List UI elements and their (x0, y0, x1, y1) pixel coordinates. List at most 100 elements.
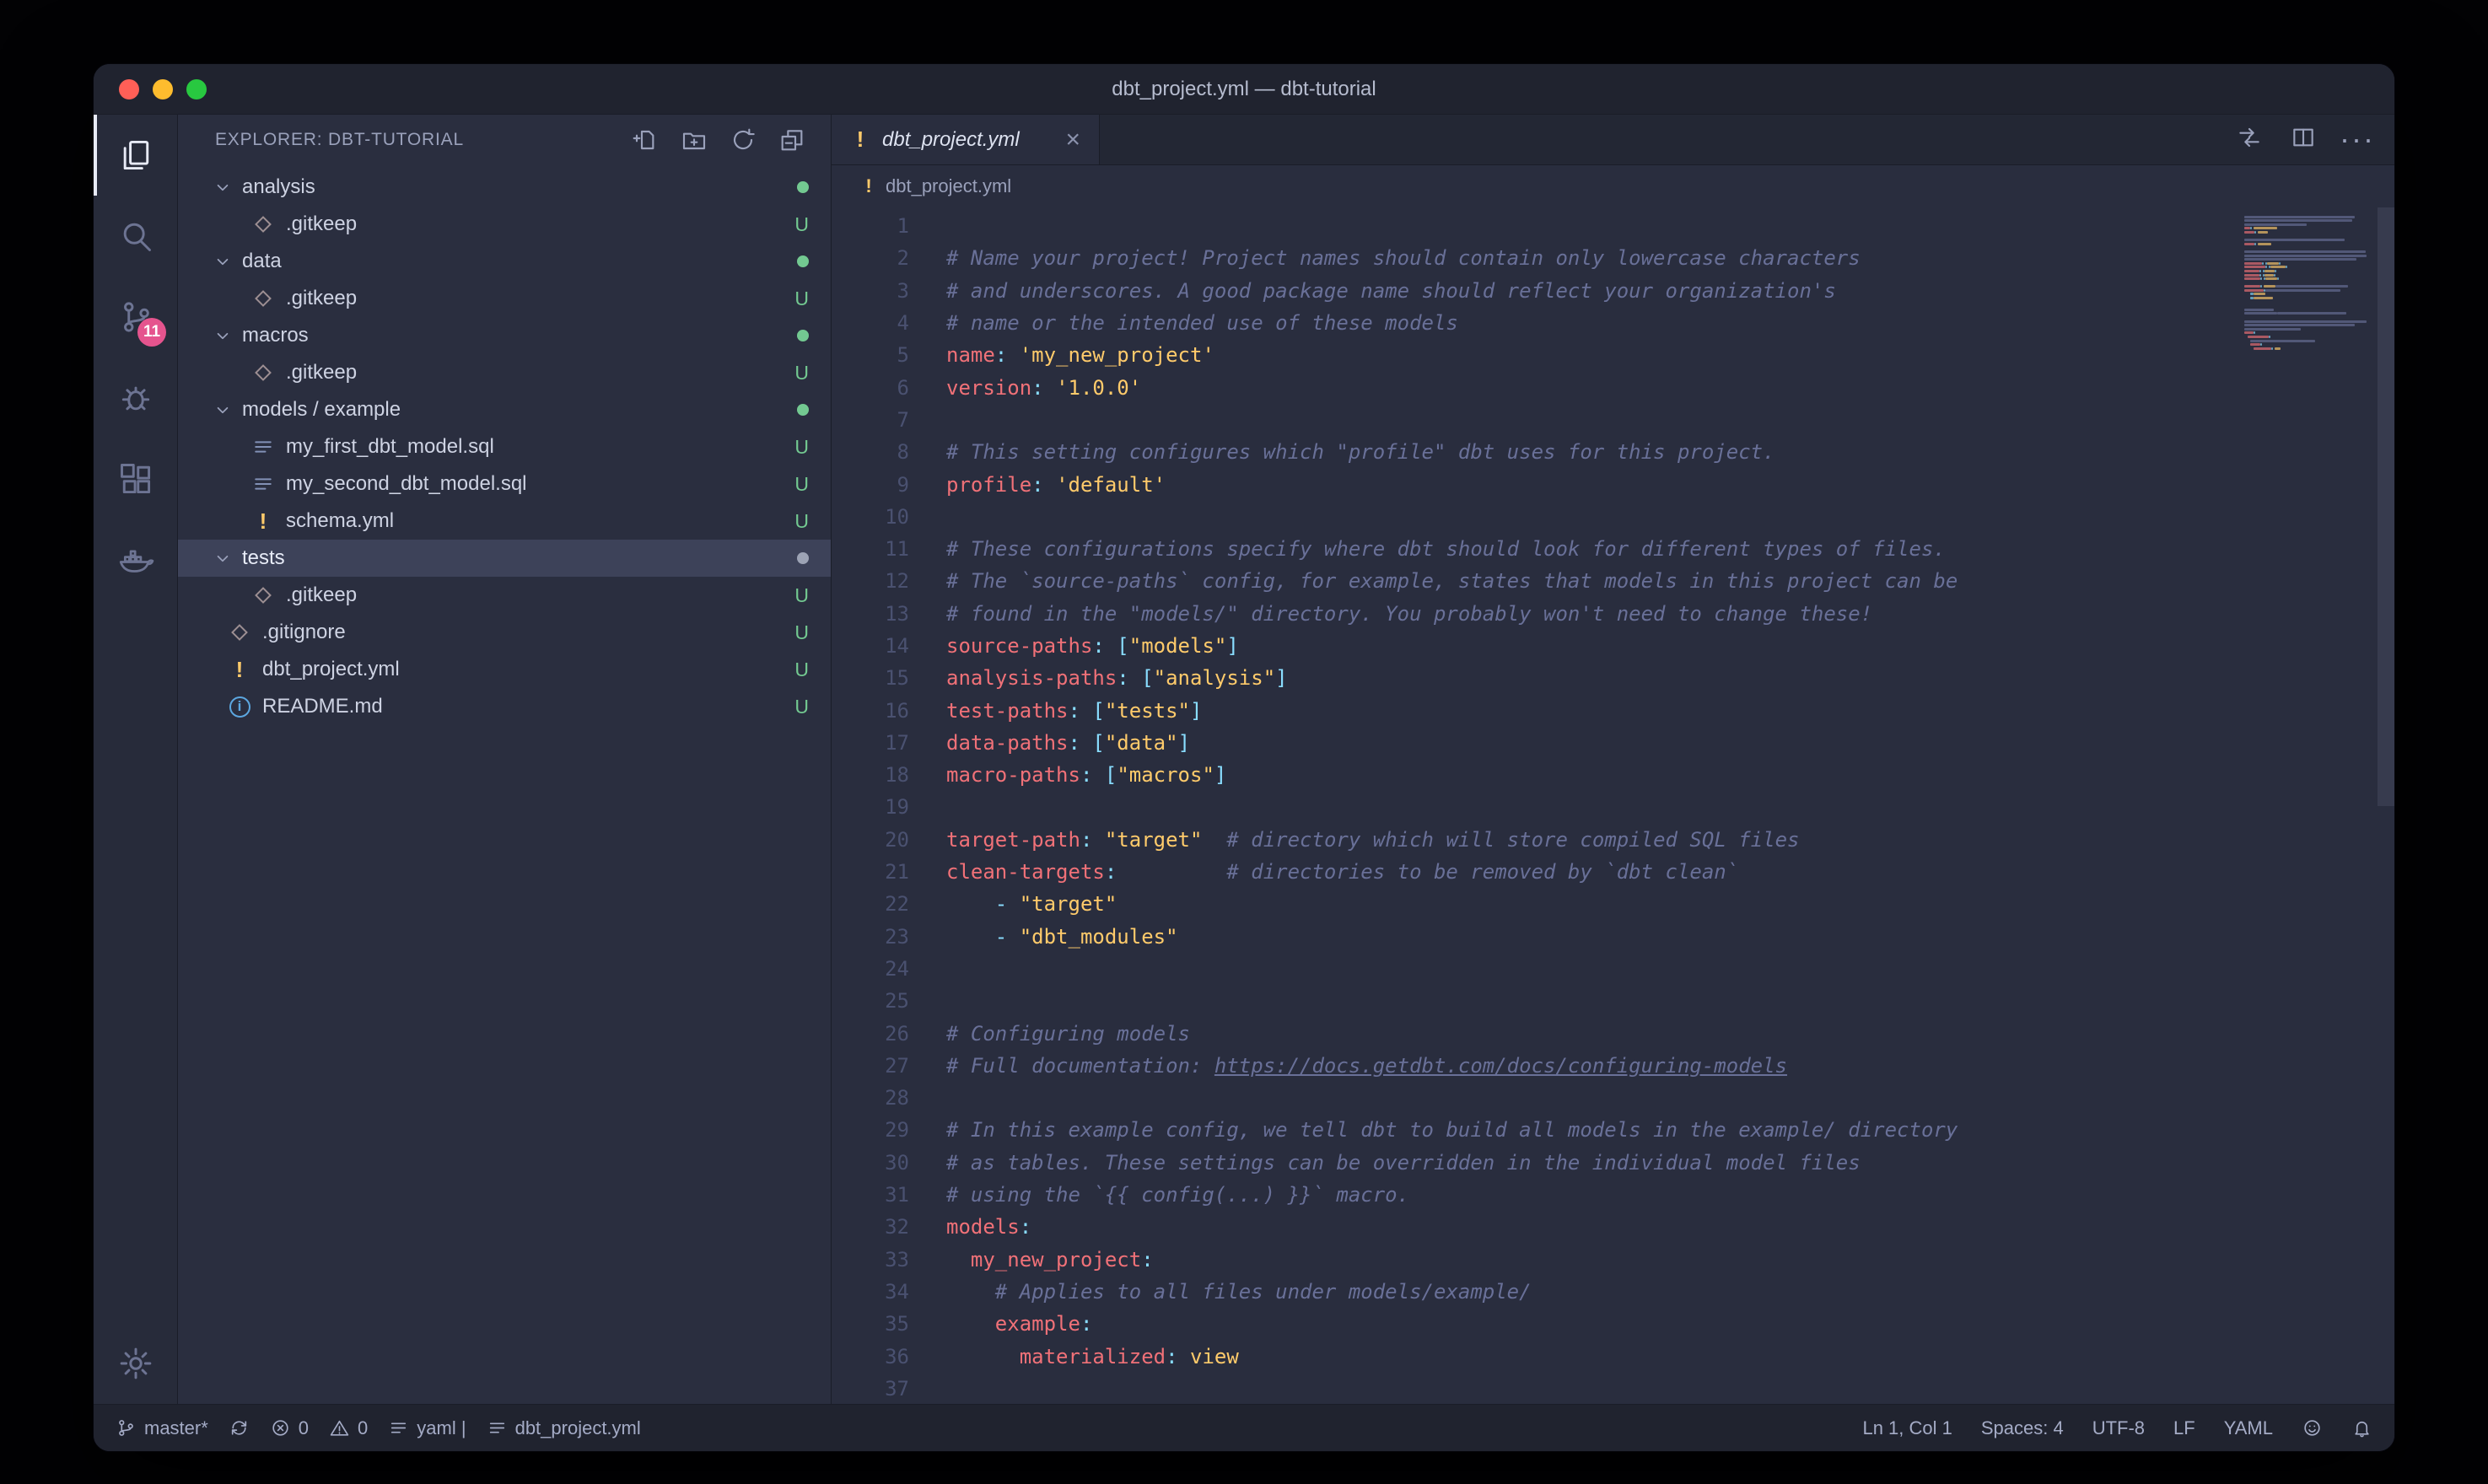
status-cursor-position[interactable]: Ln 1, Col 1 (1862, 1417, 1952, 1439)
code-line-3[interactable]: 3# and underscores. A good package name … (832, 275, 2394, 307)
code-line-21[interactable]: 21clean-targets: # directories to be rem… (832, 856, 2394, 888)
code-line-34[interactable]: 34 # Applies to all files under models/e… (832, 1276, 2394, 1308)
code-line-27[interactable]: 27# Full documentation: https://docs.get… (832, 1050, 2394, 1082)
code-line-1[interactable]: 1 (832, 210, 2394, 242)
activity-extensions-button[interactable] (94, 438, 177, 519)
code-line-24[interactable]: 24 (832, 953, 2394, 985)
status-sync[interactable] (229, 1417, 250, 1438)
status-branch[interactable]: master* (116, 1417, 208, 1439)
sync-icon (229, 1417, 250, 1438)
tree-item-my_first_dbt_model.sql[interactable]: my_first_dbt_model.sqlU (178, 428, 831, 465)
code-line-23[interactable]: 23 - "dbt_modules" (832, 921, 2394, 953)
activity-docker-button[interactable] (94, 519, 177, 600)
tree-item-readme.md[interactable]: iREADME.mdU (178, 688, 831, 725)
tree-item-my_second_dbt_model.sql[interactable]: my_second_dbt_model.sqlU (178, 465, 831, 503)
code-line-7[interactable]: 7 (832, 404, 2394, 436)
activity-explorer-button[interactable] (94, 115, 177, 196)
tab-dbt-project-yml[interactable]: ! dbt_project.yml × (832, 115, 1100, 164)
tree-item-.gitkeep[interactable]: .gitkeepU (178, 206, 831, 243)
code-line-5[interactable]: 5name: 'my_new_project' (832, 339, 2394, 371)
close-tab-icon[interactable]: × (1065, 127, 1080, 153)
breadcrumb[interactable]: ! dbt_project.yml (832, 165, 2394, 207)
tree-item-macros[interactable]: macros (178, 317, 831, 354)
tree-item-data[interactable]: data (178, 243, 831, 280)
tree-item-.gitkeep[interactable]: .gitkeepU (178, 280, 831, 317)
title-bar[interactable]: dbt_project.yml — dbt-tutorial (94, 64, 2394, 115)
code-line-10[interactable]: 10 (832, 501, 2394, 533)
open-changes-icon (2236, 124, 2263, 151)
activity-source-control-button[interactable]: 11 (94, 277, 177, 358)
code-line-4[interactable]: 4# name or the intended use of these mod… (832, 307, 2394, 339)
status-indentation[interactable]: Spaces: 4 (1981, 1417, 2064, 1439)
tree-item-.gitignore[interactable]: .gitignoreU (178, 614, 831, 651)
sql-icon (250, 471, 276, 497)
refresh-explorer-button[interactable] (730, 126, 757, 153)
status-eol[interactable]: LF (2173, 1417, 2195, 1439)
code-line-22[interactable]: 22 - "target" (832, 888, 2394, 920)
status-notifications[interactable] (2351, 1417, 2372, 1438)
code-line-9[interactable]: 9profile: 'default' (832, 468, 2394, 500)
status-warnings[interactable]: 0 (329, 1417, 368, 1439)
status-yaml-status[interactable]: yaml | (388, 1417, 466, 1439)
code-line-6[interactable]: 6version: '1.0.0' (832, 371, 2394, 403)
code-text: # and underscores. A good package name s… (909, 279, 1836, 303)
editor-scrollbar[interactable] (2378, 207, 2394, 1404)
code-line-31[interactable]: 31# using the `{{ config(...) }}` macro. (832, 1179, 2394, 1211)
code-line-16[interactable]: 16test-paths: ["tests"] (832, 694, 2394, 726)
tab-label: dbt_project.yml (882, 128, 1020, 152)
window-title: dbt_project.yml — dbt-tutorial (1112, 78, 1376, 101)
activity-settings-button[interactable] (94, 1323, 177, 1404)
code-line-13[interactable]: 13# found in the "models/" directory. Yo… (832, 598, 2394, 630)
status-errors[interactable]: 0 (270, 1417, 309, 1439)
tree-item-dbt_project.yml[interactable]: !dbt_project.ymlU (178, 651, 831, 688)
status-feedback[interactable] (2302, 1417, 2323, 1438)
git-status-badge: U (794, 362, 809, 384)
code-line-28[interactable]: 28 (832, 1082, 2394, 1114)
line-number: 8 (832, 440, 909, 464)
code-line-19[interactable]: 19 (832, 791, 2394, 823)
activity-search-button[interactable] (94, 196, 177, 277)
code-line-14[interactable]: 14source-paths: ["models"] (832, 630, 2394, 662)
status-active-file[interactable]: dbt_project.yml (487, 1417, 641, 1439)
zoom-window-button[interactable] (186, 79, 207, 99)
new-file-button[interactable] (632, 126, 659, 153)
code-line-15[interactable]: 15analysis-paths: ["analysis"] (832, 662, 2394, 694)
open-changes-button[interactable] (2236, 124, 2263, 155)
code-line-26[interactable]: 26# Configuring models (832, 1017, 2394, 1049)
tree-item-tests[interactable]: tests (178, 540, 831, 577)
minimize-window-button[interactable] (153, 79, 173, 99)
code-line-30[interactable]: 30# as tables. These settings can be ove… (832, 1147, 2394, 1179)
tree-item-.gitkeep[interactable]: .gitkeepU (178, 354, 831, 391)
status-active-file-label: dbt_project.yml (515, 1417, 641, 1439)
split-editor-button[interactable] (2290, 124, 2317, 155)
code-line-36[interactable]: 36 materialized: view (832, 1340, 2394, 1372)
collapse-folders-button[interactable] (778, 126, 805, 153)
code-line-35[interactable]: 35 example: (832, 1308, 2394, 1340)
code-line-12[interactable]: 12# The `source-paths` config, for examp… (832, 565, 2394, 597)
status-encoding[interactable]: UTF-8 (2092, 1417, 2145, 1439)
tree-item-schema.yml[interactable]: !schema.ymlU (178, 503, 831, 540)
code-line-25[interactable]: 25 (832, 985, 2394, 1017)
code-line-11[interactable]: 11# These configurations specify where d… (832, 533, 2394, 565)
code-line-20[interactable]: 20target-path: "target" # directory whic… (832, 824, 2394, 856)
new-folder-button[interactable] (681, 126, 708, 153)
code-line-8[interactable]: 8# This setting configures which "profil… (832, 436, 2394, 468)
more-actions-button[interactable]: ··· (2344, 126, 2371, 153)
git-icon (250, 583, 276, 608)
scrollbar-thumb[interactable] (2378, 207, 2394, 806)
code-line-33[interactable]: 33 my_new_project: (832, 1244, 2394, 1276)
status-language-mode[interactable]: YAML (2224, 1417, 2273, 1439)
minimap[interactable] (2244, 212, 2372, 355)
code-line-2[interactable]: 2# Name your project! Project names shou… (832, 242, 2394, 274)
close-window-button[interactable] (119, 79, 139, 99)
code-line-32[interactable]: 32models: (832, 1211, 2394, 1243)
tree-item-models-example[interactable]: models / example (178, 391, 831, 428)
tree-item-analysis[interactable]: analysis (178, 169, 831, 206)
code-line-29[interactable]: 29# In this example config, we tell dbt … (832, 1114, 2394, 1146)
activity-run-debug-button[interactable] (94, 358, 177, 438)
code-line-18[interactable]: 18macro-paths: ["macros"] (832, 759, 2394, 791)
code-line-37[interactable]: 37 (832, 1373, 2394, 1404)
code-line-17[interactable]: 17data-paths: ["data"] (832, 727, 2394, 759)
tree-item-.gitkeep[interactable]: .gitkeepU (178, 577, 831, 614)
folder-label: data (242, 250, 282, 273)
